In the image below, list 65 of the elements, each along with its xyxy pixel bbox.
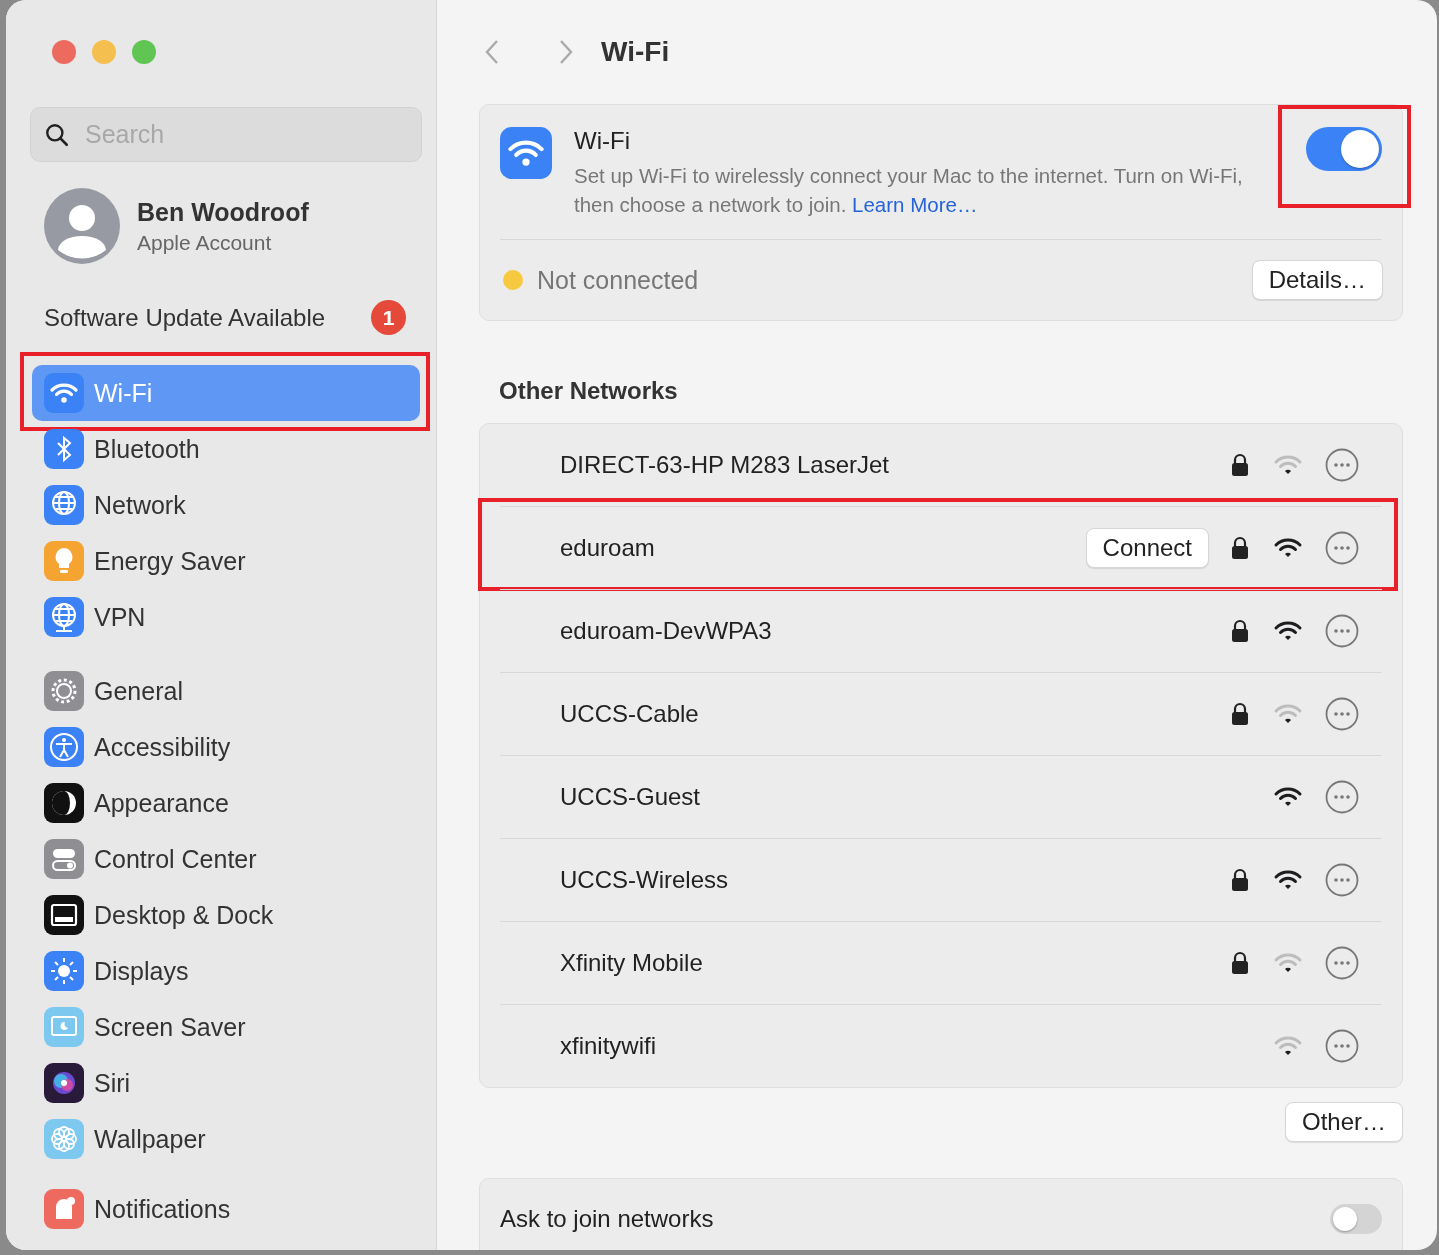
sidebar-item[interactable]: Notifications	[32, 1185, 420, 1233]
sidebar-item[interactable]: Bluetooth	[32, 421, 420, 477]
wifi-icon	[44, 373, 84, 413]
software-update-link[interactable]: Software Update Available	[44, 303, 326, 332]
appearance-icon	[44, 783, 84, 823]
sun-icon	[44, 951, 84, 991]
network-name[interactable]: UCCS-Wireless	[560, 866, 1209, 894]
lightbulb-icon	[44, 541, 84, 581]
sidebar-item[interactable]: General	[32, 663, 420, 719]
details-button[interactable]: Details…	[1251, 260, 1383, 300]
section-heading: Other Networks	[499, 377, 679, 405]
sidebar-item[interactable]: Network	[32, 477, 420, 533]
more-options-icon[interactable]	[1325, 614, 1359, 648]
accessibility-icon	[44, 727, 84, 767]
network-name[interactable]: UCCS-Guest	[560, 783, 1249, 811]
siri-icon	[44, 1063, 84, 1103]
sidebar-item[interactable]: Accessibility	[32, 719, 420, 775]
network-name[interactable]: Xfinity Mobile	[560, 949, 1209, 977]
globe-icon	[44, 485, 84, 525]
more-options-icon[interactable]	[1325, 531, 1359, 565]
wifi-toggle[interactable]	[1306, 127, 1382, 171]
sidebar-item[interactable]: Appearance	[32, 775, 420, 831]
search-icon	[44, 122, 70, 148]
sidebar-item[interactable]: Control Center	[32, 831, 420, 887]
more-options-icon[interactable]	[1325, 946, 1359, 980]
sidebar-item[interactable]: Displays	[32, 943, 420, 999]
connection-status: Not connected	[537, 265, 700, 295]
network-name[interactable]: eduroam	[560, 534, 1064, 562]
bluetooth-icon	[44, 429, 84, 469]
account-subtitle: Apple Account	[137, 230, 273, 255]
screen-saver-icon	[44, 1007, 84, 1047]
sidebar-item[interactable]: Desktop & Dock	[32, 887, 420, 943]
wifi-title: Wi-Fi	[574, 127, 631, 155]
page-title: Wi-Fi	[601, 36, 670, 68]
more-options-icon[interactable]	[1325, 780, 1359, 814]
globe-icon	[44, 597, 84, 637]
flower-icon	[44, 1119, 84, 1159]
more-options-icon[interactable]	[1325, 697, 1359, 731]
notifications-icon	[44, 1189, 84, 1229]
dock-icon	[44, 895, 84, 935]
more-options-icon[interactable]	[1325, 863, 1359, 897]
network-name[interactable]: xfinitywifi	[560, 1032, 1249, 1060]
more-options-icon[interactable]	[1325, 448, 1359, 482]
sidebar-item[interactable]: Siri	[32, 1055, 420, 1111]
sidebar-item[interactable]: VPN	[32, 589, 420, 645]
update-count-badge: 1	[371, 300, 406, 335]
network-name[interactable]: eduroam-DevWPA3	[560, 617, 1209, 645]
sidebar-item[interactable]: Wallpaper	[32, 1111, 420, 1167]
ask-to-join-label: Ask to join networks	[500, 1205, 714, 1233]
close-button[interactable]	[52, 40, 76, 64]
avatar-icon[interactable]	[44, 188, 120, 264]
more-options-icon[interactable]	[1325, 1029, 1359, 1063]
sidebar-item[interactable]: Energy Saver	[32, 533, 420, 589]
learn-more-link[interactable]: Learn More…	[852, 193, 978, 216]
sidebar-item[interactable]: Screen Saver	[32, 999, 420, 1055]
toggles-icon	[44, 839, 84, 879]
wifi-icon	[500, 127, 552, 179]
network-name[interactable]: UCCS-Cable	[560, 700, 1209, 728]
other-button[interactable]: Other…	[1284, 1102, 1403, 1142]
network-name[interactable]: DIRECT-63-HP M283 LaserJet	[560, 451, 1209, 479]
gear-icon	[44, 671, 84, 711]
connect-button[interactable]: Connect	[1085, 528, 1209, 568]
account-name[interactable]: Ben Woodroof	[137, 197, 309, 227]
wifi-description: Set up Wi-Fi to wirelessly connect your Mac to the internet. Turn on Wi-Fi, then choose a network to join. Learn More…	[574, 163, 1244, 218]
ask-to-join-toggle[interactable]	[1330, 1204, 1382, 1234]
